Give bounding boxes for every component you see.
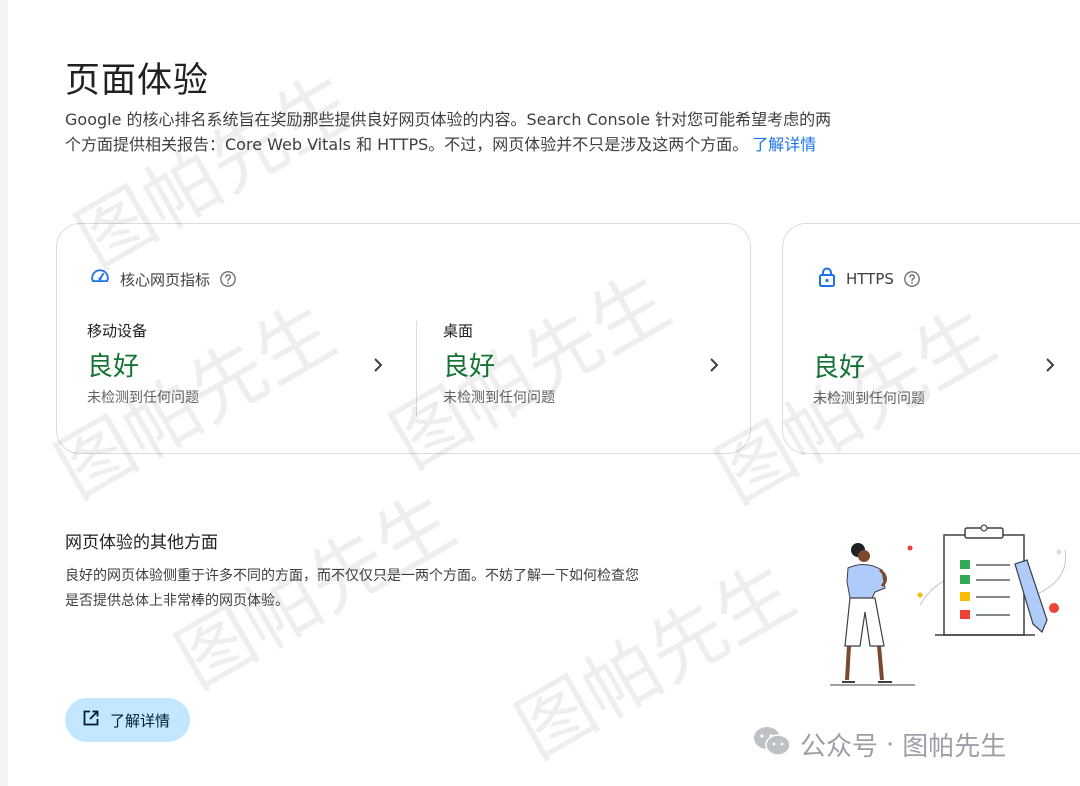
intro-text: Google 的核心排名系统旨在奖励那些提供良好网页体验的内容。Search C… — [65, 110, 832, 154]
checklist-illustration — [830, 524, 1067, 686]
learn-more-button-label: 了解详情 — [110, 711, 171, 730]
learn-more-link[interactable]: 了解详情 — [752, 135, 816, 154]
desktop-chevron-right-icon[interactable] — [708, 357, 720, 373]
help-icon[interactable] — [903, 270, 921, 288]
intro-paragraph: Google 的核心排名系统旨在奖励那些提供良好网页体验的内容。Search C… — [65, 107, 835, 157]
https-card-title: HTTPS — [846, 270, 894, 288]
mobile-status: 良好 — [87, 352, 140, 382]
learn-more-button[interactable]: 了解详情 — [65, 698, 191, 742]
desktop-metric[interactable]: 桌面 良好 未检测到任何问题 — [443, 320, 555, 407]
https-sub: 未检测到任何问题 — [813, 391, 925, 407]
metric-divider — [416, 321, 417, 417]
help-icon[interactable] — [219, 270, 237, 288]
core-web-vitals-card: 核心网页指标 移动设备 良好 未检测到任何问题 桌面 良好 未检测到任何问题 — [56, 223, 751, 454]
cwv-card-header: 核心网页指标 — [89, 266, 237, 292]
cwv-card-title: 核心网页指标 — [120, 270, 211, 289]
https-card-header: HTTPS — [817, 266, 921, 292]
other-aspects-description: 良好的网页体验侧重于许多不同的方面，而不仅仅只是一两个方面。不妨了解一下如何检查… — [65, 568, 639, 609]
account-prefix: 公众号 — [800, 732, 879, 762]
open-in-new-icon — [82, 709, 100, 731]
account-separator: · — [886, 729, 895, 760]
lock-icon — [817, 266, 837, 292]
wechat-account-overlay: 公众号 · 图帕先生 — [752, 725, 1006, 764]
mobile-metric[interactable]: 移动设备 良好 未检测到任何问题 — [87, 320, 199, 407]
other-aspects-title: 网页体验的其他方面 — [65, 533, 218, 553]
account-name: 图帕先生 — [902, 732, 1007, 762]
mobile-sub: 未检测到任何问题 — [87, 390, 199, 406]
https-chevron-right-icon[interactable] — [1044, 357, 1056, 373]
https-card: HTTPS 良好 未检测到任何问题 — [782, 223, 1080, 454]
wechat-icon — [752, 725, 792, 764]
left-rail — [0, 0, 8, 786]
speedometer-icon — [89, 266, 111, 292]
mobile-chevron-right-icon[interactable] — [372, 357, 384, 373]
desktop-sub: 未检测到任何问题 — [443, 390, 555, 406]
desktop-status: 良好 — [443, 352, 496, 382]
page-title: 页面体验 — [65, 61, 210, 101]
mobile-label: 移动设备 — [87, 322, 148, 340]
desktop-label: 桌面 — [443, 322, 474, 340]
https-status: 良好 — [813, 353, 866, 383]
https-metric[interactable]: 良好 未检测到任何问题 — [813, 320, 925, 408]
